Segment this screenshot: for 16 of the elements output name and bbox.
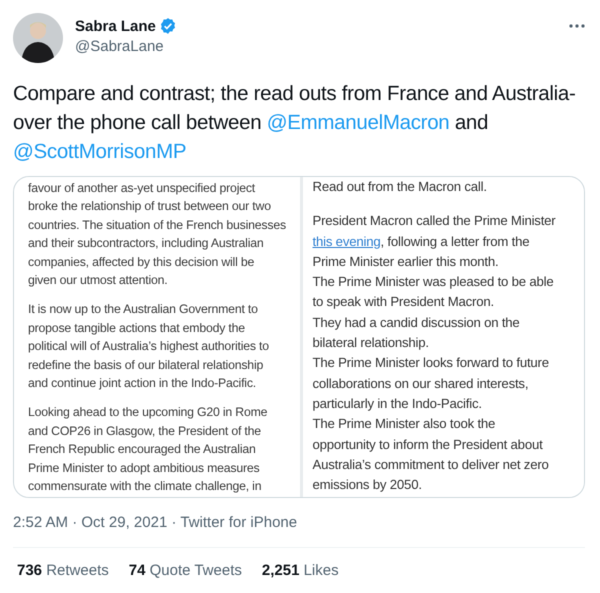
author-handle[interactable]: @SabraLane <box>75 38 557 55</box>
tweet-timestamp: 2:52 AM · Oct 29, 2021 · Twitter for iPhone <box>13 514 298 531</box>
avatar[interactable] <box>13 13 63 63</box>
document-paragraph: Looking ahead to the upcoming G20 in Rome and COP26 in Glasgow, the President of the French Republic encouraged the Australian Prime Minister to adopt ambitious measures commensurate with the climate challenge, in <box>28 404 268 496</box>
engagement-stat[interactable]: 74 Quote Tweets <box>128 562 242 579</box>
engagement-stat[interactable]: 2,251 Likes <box>262 562 339 579</box>
document-paragraph: President Macron called the Prime Minister this evening, following a letter from the Prime Minister earlier this month. The Prime Minister was pleased to be able to speak with President Macron. They had a candid discussion on the bilateral relationship. The Prime Minister looks forward to future collaborations on our shared interests, particularly in the Indo-Pacific. The Prime Minister also took the opportunity to inform the President about Australia’s commitment to deliver net zero emissions by 2050. <box>312 212 556 494</box>
author-name[interactable]: Sabra Lane <box>75 18 156 34</box>
engagement-stat[interactable]: 736 Retweets <box>17 562 109 579</box>
document-paragraph: Read out from the Macron call. <box>312 178 488 196</box>
media-image[interactable] <box>13 176 585 498</box>
document-link[interactable]: this evening <box>312 234 380 249</box>
document-paragraph: It is now up to the Australian Government to propose tangible actions that embody the political will of Australia’s highest authorities to redefine the basis of our bilateral relationship and continue joint action in the Indo-Pacific. <box>28 301 270 392</box>
tweet-text: Compare and contrast; the read outs from France and Australia- over the phone call between @EmmanuelMacron and @ScottMorrisonMP <box>13 81 577 165</box>
more-icon[interactable] <box>569 24 585 28</box>
document-paragraph: favour of another as-yet unspecified project broke the relationship of trust between our two countries. The situation of the French businesses and their subcontractors, including Australian companies, affected by this decision will be given our utmost attention. <box>28 180 287 290</box>
